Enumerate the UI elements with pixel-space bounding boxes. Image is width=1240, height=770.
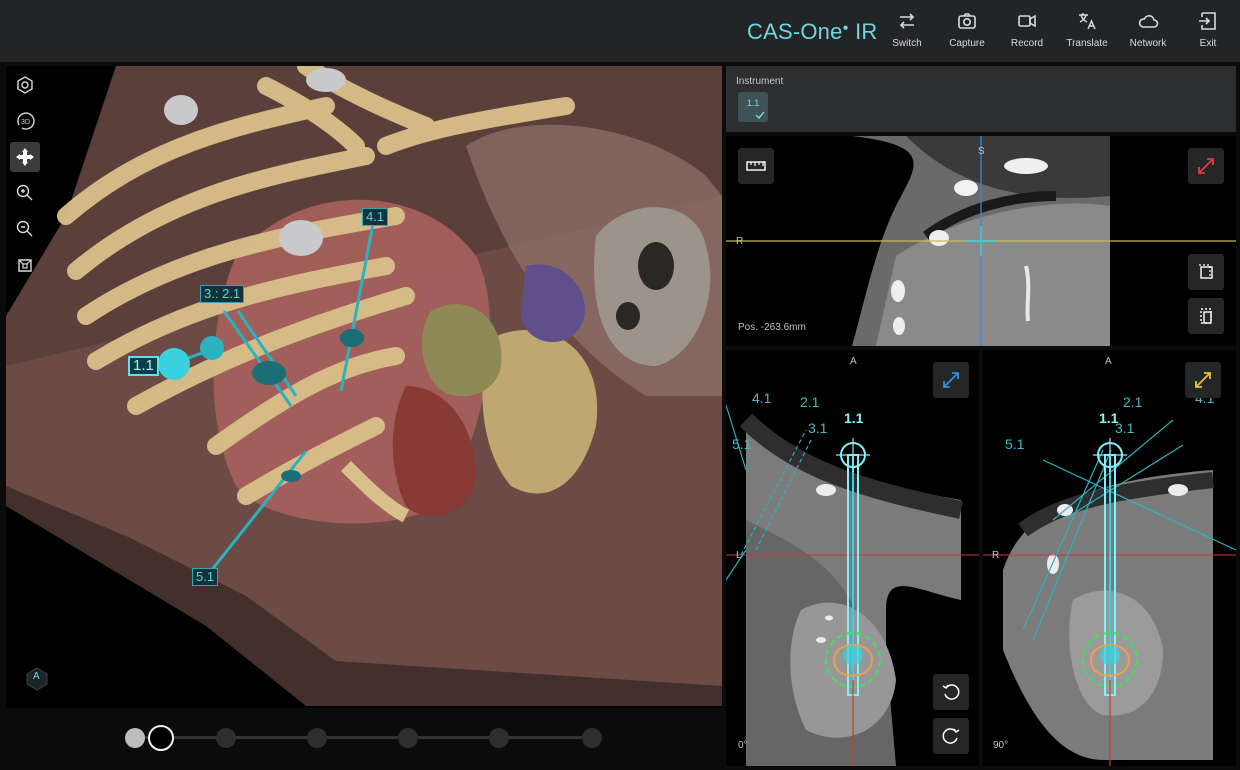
trajectory-label-2-1: 2.1 (1123, 394, 1143, 410)
reset-view-button[interactable] (10, 70, 40, 100)
slab-button[interactable] (1188, 254, 1224, 290)
top-bar: CAS-One● IR Switch Capture Record Transl… (0, 0, 1240, 62)
expand-icon (1198, 158, 1214, 174)
needle-label-3-1-2-1[interactable]: 3.: 2.1 (200, 285, 245, 303)
3d-rotate-button[interactable]: 3D (10, 106, 40, 136)
exit-button[interactable]: Exit (1178, 10, 1238, 49)
network-button[interactable]: Network (1118, 10, 1178, 49)
view-angle: 0° (738, 740, 748, 751)
expand-icon (1195, 372, 1211, 388)
timeline-track (135, 736, 595, 739)
rotate-cw-button[interactable] (933, 718, 969, 754)
3d-rendering (6, 66, 722, 706)
zoom-out-icon (16, 220, 33, 237)
timeline-step-6[interactable] (489, 728, 509, 748)
network-label: Network (1129, 38, 1167, 49)
instrument-panel: Instrument 1.1 (726, 66, 1236, 132)
switch-label: Switch (892, 38, 922, 49)
capture-label: Capture (949, 38, 985, 49)
instrument-chip-1-1[interactable]: 1.1 (738, 92, 768, 122)
ruler-icon (746, 161, 766, 171)
3d-rotate-icon: 3D (17, 112, 35, 130)
timeline-step-1[interactable] (125, 728, 145, 748)
trajectory-label-1-1: 1.1 (1099, 410, 1119, 426)
trajectory-label-2-1: 2.1 (800, 394, 820, 410)
ct-view-bottom-right[interactable]: A R 4.1 2.1 3.1 5.1 1.1 90° (983, 350, 1236, 766)
switch-icon (899, 13, 915, 29)
expand-icon (943, 372, 959, 388)
trajectory-label-4-1: 4.1 (752, 390, 772, 406)
translate-icon (1079, 13, 1096, 30)
trajectory-label-5-1: 5.1 (1005, 436, 1025, 452)
ct-view-bottom-left[interactable]: A L 4.1 2.1 3.1 5.1 1.1 0° (726, 350, 979, 766)
timeline-step-current[interactable] (148, 725, 174, 751)
workflow-timeline (125, 725, 602, 751)
orientation-button[interactable] (10, 250, 40, 280)
record-label: Record (1010, 38, 1044, 49)
trajectory-label-1-1: 1.1 (844, 410, 864, 426)
view-angle: 90° (993, 740, 1009, 751)
ct-view-top[interactable]: S R Pos. -263.6mm (726, 136, 1236, 346)
capture-button[interactable]: Capture (937, 10, 997, 49)
pan-icon (16, 148, 34, 166)
zoom-in-button[interactable] (10, 178, 40, 208)
orientation-icon (18, 259, 32, 272)
orientation-label-r: R (736, 236, 744, 247)
view-toolbar: 3D (10, 70, 40, 286)
pan-button[interactable] (10, 142, 40, 172)
registered-mark: ● (842, 22, 849, 34)
timeline-step-5[interactable] (398, 728, 418, 748)
orientation-label-l: L (736, 550, 742, 561)
needle-label-1-1[interactable]: 1.1 (128, 356, 159, 376)
timeline-step-7[interactable] (582, 728, 602, 748)
timeline-step-4[interactable] (307, 728, 327, 748)
slab-dashed-icon (1200, 308, 1212, 324)
timeline-step-3[interactable] (216, 728, 236, 748)
translate-label: Translate (1066, 38, 1108, 49)
rotate-cw-icon (942, 728, 960, 744)
rotate-ccw-icon (942, 684, 960, 700)
check-icon (755, 111, 765, 119)
instrument-chip-label: 1.1 (746, 98, 760, 108)
orientation-label-a: A (850, 356, 857, 367)
zoom-out-button[interactable] (10, 214, 40, 244)
trajectory-label-5-1: 5.1 (732, 436, 752, 452)
ct-image-top (726, 136, 1236, 346)
orientation-label-a: A (1105, 356, 1112, 367)
slab-toggle-button[interactable] (1188, 298, 1224, 334)
orientation-label-s: S (978, 146, 985, 157)
app-title: CAS-One● IR (747, 19, 878, 44)
orientation-cube-label: A (33, 671, 40, 682)
expand-right-view-button[interactable] (1185, 362, 1221, 398)
reset-view-icon (17, 76, 33, 94)
orientation-label-r: R (992, 550, 1000, 561)
video-icon (1018, 14, 1036, 28)
rotate-ccw-button[interactable] (933, 674, 969, 710)
switch-button[interactable]: Switch (877, 10, 937, 49)
needle-label-4-1[interactable]: 4.1 (362, 208, 389, 226)
translate-button[interactable]: Translate (1057, 10, 1117, 49)
cloud-icon (1138, 15, 1159, 28)
zoom-in-icon (16, 184, 33, 201)
trajectory-label-3-1: 3.1 (808, 420, 828, 436)
3d-anatomy-view[interactable]: 1.1 3.: 2.1 4.1 5.1 A (6, 66, 722, 708)
expand-left-view-button[interactable] (933, 362, 969, 398)
slice-position: Pos. -263.6mm (738, 322, 806, 333)
exit-icon (1199, 12, 1216, 30)
measure-button[interactable] (738, 148, 774, 184)
instrument-title: Instrument (736, 76, 784, 87)
needle-label-5-1[interactable]: 5.1 (192, 568, 219, 586)
orientation-cube[interactable]: A (24, 666, 50, 692)
slab-icon (1199, 264, 1213, 279)
expand-top-view-button[interactable] (1188, 148, 1224, 184)
svg-text:3D: 3D (21, 119, 30, 126)
camera-icon (958, 13, 976, 29)
record-button[interactable]: Record (997, 10, 1057, 49)
exit-label: Exit (1199, 38, 1217, 49)
